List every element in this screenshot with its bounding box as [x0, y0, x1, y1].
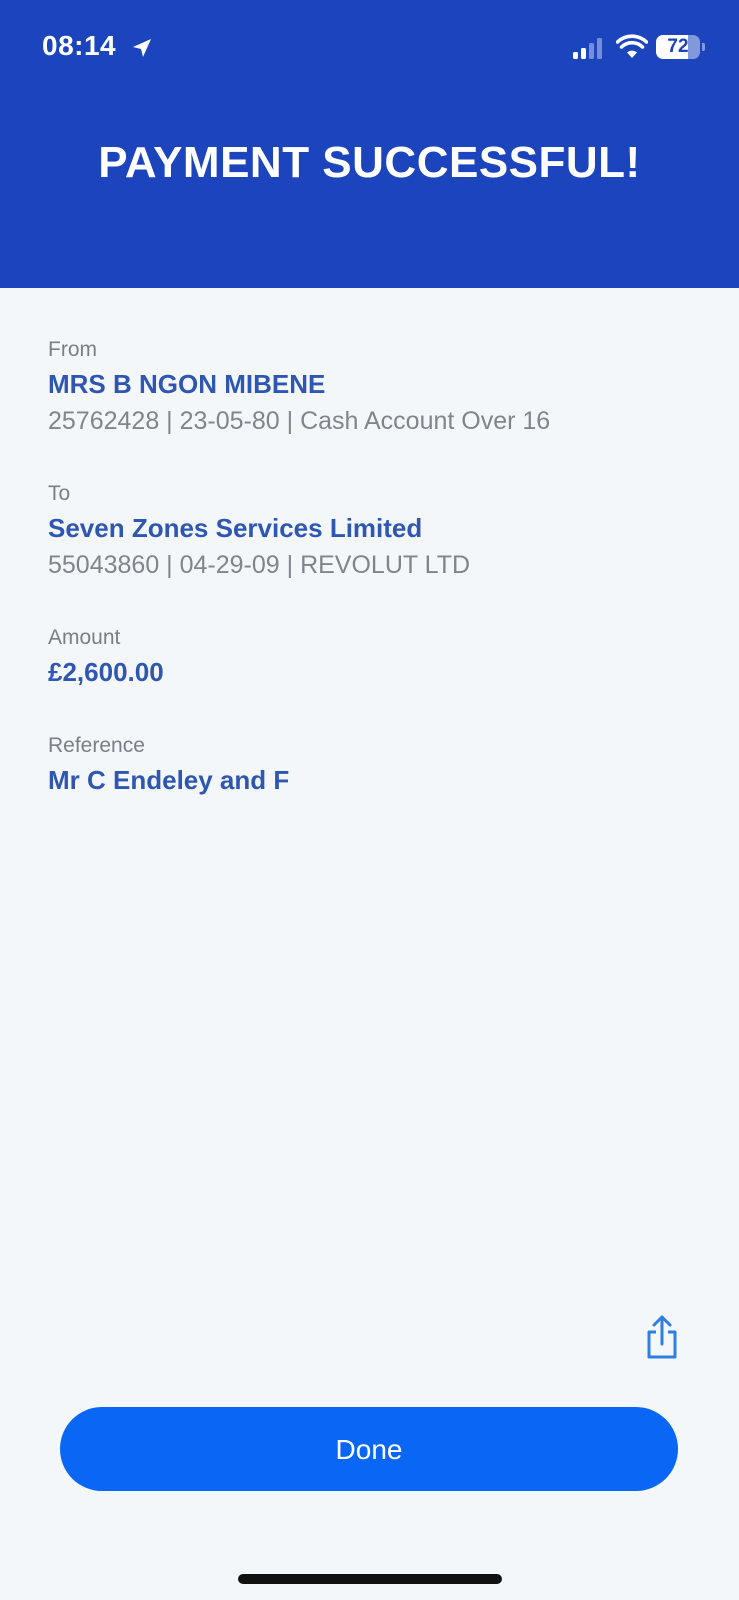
status-time: 08:14: [42, 30, 117, 61]
battery-nub: [702, 43, 705, 51]
location-arrow-icon: [133, 39, 151, 57]
reference-value: Mr C Endeley and F: [48, 765, 290, 795]
home-indicator[interactable]: [238, 1574, 502, 1584]
from-name: MRS B NGON MIBENE: [48, 369, 326, 399]
from-section: From MRS B NGON MIBENE 25762428 | 23-05-…: [48, 336, 698, 438]
page-title: PAYMENT SUCCESSFUL!: [98, 138, 641, 187]
amount-label: Amount: [48, 626, 121, 649]
from-account: 25762428 | 23-05-80 | Cash Account Over …: [48, 407, 551, 435]
to-name: Seven Zones Services Limited: [48, 513, 423, 543]
payment-success-screen: 08:14 72 PAYMENT SUCCESSFUL! From MRS B …: [0, 0, 739, 1600]
wifi-icon: [616, 34, 648, 58]
battery-level: 72: [667, 36, 689, 57]
to-label: To: [48, 482, 71, 505]
payment-details: From MRS B NGON MIBENE 25762428 | 23-05-…: [48, 336, 698, 840]
share-icon[interactable]: [644, 1314, 680, 1360]
reference-section: Reference Mr C Endeley and F: [48, 732, 698, 798]
reference-label: Reference: [48, 734, 145, 757]
to-section: To Seven Zones Services Limited 55043860…: [48, 480, 698, 582]
battery-body: 72: [656, 35, 700, 59]
cellular-signal-icon: [573, 38, 602, 59]
header: 08:14 72 PAYMENT SUCCESSFUL!: [0, 0, 739, 288]
to-account: 55043860 | 04-29-09 | REVOLUT LTD: [48, 551, 471, 579]
amount-value: £2,600.00: [48, 657, 164, 687]
amount-section: Amount £2,600.00: [48, 624, 698, 690]
done-button[interactable]: Done: [60, 1407, 678, 1491]
from-label: From: [48, 338, 97, 361]
battery-icon: 72: [656, 35, 705, 59]
